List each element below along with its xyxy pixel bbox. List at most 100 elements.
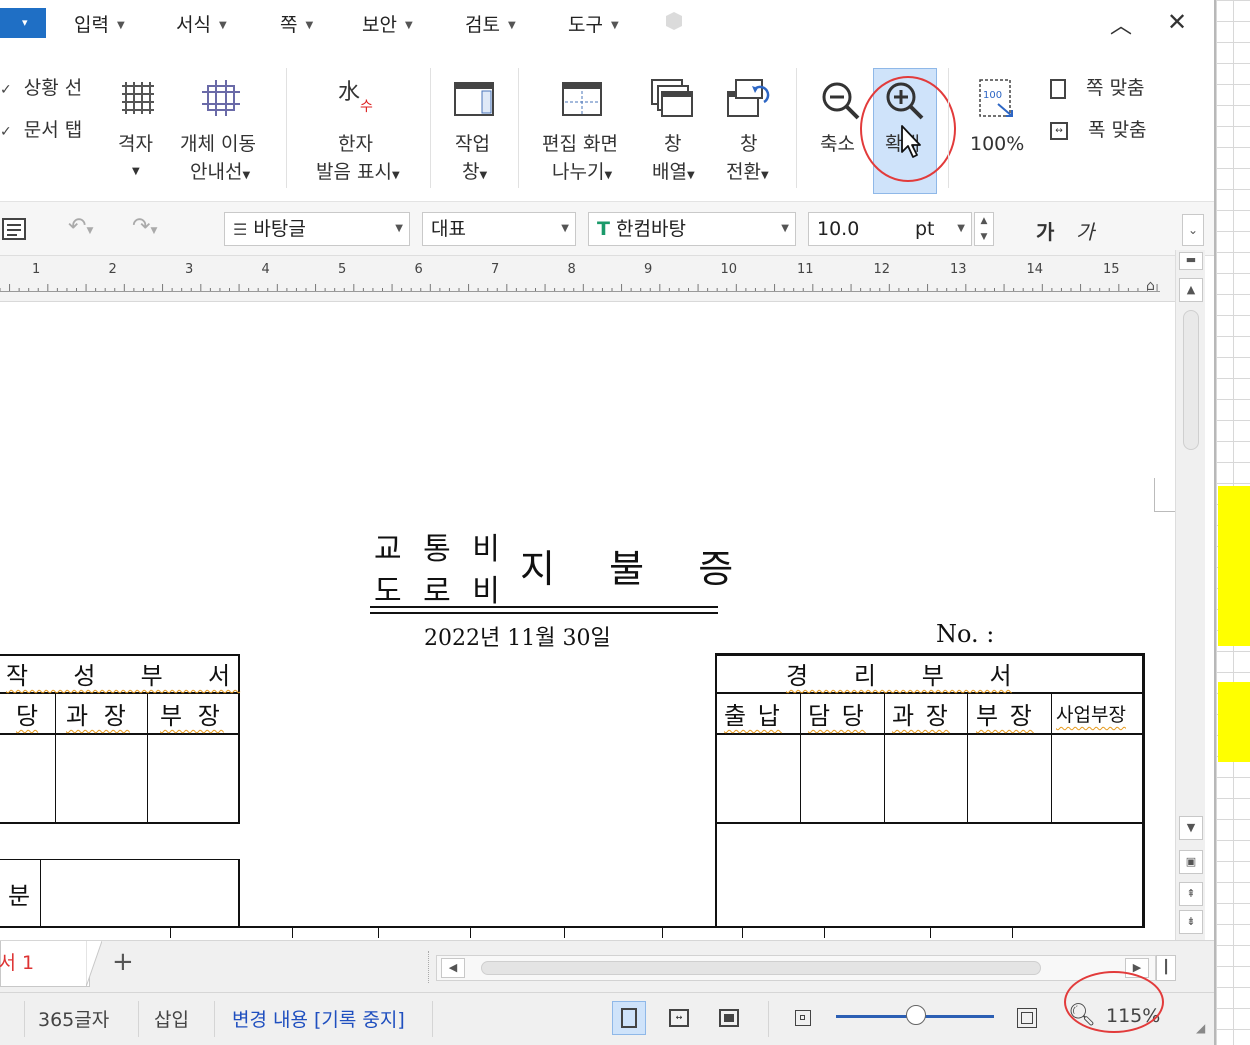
grid-label: 격자 <box>118 133 153 155</box>
menu-security[interactable]: 보안 ▼ <box>362 10 413 37</box>
fit-width-button[interactable]: ↔ 폭 맞춤 <box>1050 116 1147 144</box>
status-separator <box>24 1001 25 1037</box>
scroll-left-arrow-icon[interactable]: ◀ <box>441 958 465 978</box>
ribbon-separator <box>948 68 949 188</box>
document-tab-bar: 문서 1 + ◀ ▶ ┃ <box>0 940 1214 992</box>
width-view-icon: ↔ <box>669 1009 689 1027</box>
chevron-down-icon: ▼ <box>242 170 251 181</box>
right-col-manager: 과 장 <box>892 702 950 730</box>
menu-review[interactable]: 검토 ▼ <box>465 10 516 37</box>
page-view-icon <box>621 1008 637 1028</box>
table-border <box>662 926 663 938</box>
vertical-scroll-thumb[interactable] <box>1183 310 1199 450</box>
right-col-division-head: 사업부장 <box>1056 704 1126 726</box>
split-bar[interactable]: ▬ <box>1179 252 1203 270</box>
menu-tools[interactable]: 도구 ▼ <box>568 10 619 37</box>
font-size-field[interactable]: 10.0 pt ▼ <box>808 212 972 246</box>
split-handle-icon[interactable]: ┃ <box>1156 955 1176 981</box>
zoom-slider-knob[interactable] <box>906 1005 926 1025</box>
checkmark-icon: ✓ <box>0 82 12 98</box>
chevron-up-icon[interactable]: ︿ <box>1110 8 1132 40</box>
add-tab-button[interactable]: + <box>112 947 134 977</box>
menu-format[interactable]: 서식 ▼ <box>176 10 227 37</box>
width-view-button[interactable]: ↔ <box>662 1001 696 1035</box>
file-menu-tab[interactable]: 기 ▾ <box>0 8 46 38</box>
menu-insert[interactable]: 입력 ▼ <box>74 10 125 37</box>
menu-page[interactable]: 쪽 ▼ <box>280 10 313 37</box>
chevron-down-icon: ▼ <box>760 170 769 181</box>
font-size-spinner[interactable]: ▲ ▼ <box>974 212 994 246</box>
menu-review-label: 검토 <box>465 14 500 36</box>
work-window-label-2: 창 <box>462 161 480 183</box>
table-border <box>170 926 171 938</box>
page-fit-icon <box>1050 78 1066 99</box>
font-select[interactable]: T 한컴바탕 ▼ <box>588 212 796 246</box>
cube-icon[interactable] <box>662 10 686 32</box>
fit-page-button[interactable]: 쪽 맞춤 <box>1050 74 1145 102</box>
style-select[interactable]: ☰ 바탕글 ▼ <box>224 212 410 246</box>
font-size-unit: pt <box>915 218 935 240</box>
resize-grip-icon[interactable]: ◢ <box>1196 1021 1205 1035</box>
select-browse-object-icon[interactable]: ▣ <box>1179 850 1203 874</box>
annotation-circle <box>1064 971 1164 1033</box>
split-view-icon <box>562 82 602 116</box>
scroll-down-arrow-icon[interactable]: ▼ <box>1179 816 1203 840</box>
situation-line-checkbox[interactable]: ✓ 상황 선 <box>0 74 82 104</box>
menu-format-label: 서식 <box>176 14 211 36</box>
previous-page-icon[interactable]: ⇞ <box>1179 882 1203 906</box>
ribbon-separator <box>286 68 287 188</box>
switch-window-icon <box>727 79 770 117</box>
page-view-button[interactable] <box>612 1001 646 1035</box>
toolbar-expand-button[interactable]: ⌄ <box>1182 214 1204 246</box>
table-border <box>292 926 293 938</box>
close-icon[interactable]: ✕ <box>1167 8 1187 36</box>
doc-tab-label: 문서 탭 <box>23 119 83 141</box>
ruler-ticks <box>0 284 1160 292</box>
full-view-button[interactable] <box>712 1001 746 1035</box>
table-border <box>716 733 1144 735</box>
status-separator <box>214 1001 215 1037</box>
document-area[interactable]: 교 통 비 도 로 비 지 불 증 2022년 11월 30일 No. : 작 … <box>0 302 1175 938</box>
language-select[interactable]: 대표 ▼ <box>422 212 576 246</box>
insert-mode[interactable]: 삽입 <box>154 1005 189 1032</box>
doc-tab-checkbox[interactable]: ✓ 문서 탭 <box>0 116 82 146</box>
work-window-label-2-wrap: 창▼ <box>462 158 487 190</box>
large-page-icon <box>1017 1008 1037 1028</box>
yellow-cell <box>1218 486 1250 646</box>
fit-page-label: 쪽 맞춤 <box>1086 77 1145 99</box>
table-border <box>147 692 148 823</box>
ruler-number: 4 <box>261 262 270 277</box>
right-col-cashier: 출 납 <box>724 702 782 730</box>
undo-icon[interactable]: ↶▼ <box>68 214 93 239</box>
small-page-icon <box>795 1010 811 1026</box>
redo-icon[interactable]: ↷▼ <box>132 214 157 239</box>
next-page-icon[interactable]: ⇟ <box>1179 910 1203 934</box>
horizontal-scrollbar[interactable]: ◀ ▶ <box>436 955 1156 981</box>
yellow-cell <box>1218 682 1250 762</box>
bold-button[interactable]: 가 <box>1036 216 1054 245</box>
document-tab[interactable]: 문서 1 <box>0 941 90 987</box>
zoom-plus-button[interactable] <box>1010 1001 1044 1035</box>
table-border <box>716 692 1144 694</box>
table-border <box>742 926 743 938</box>
document-icon[interactable] <box>2 218 26 240</box>
italic-button[interactable]: 가 <box>1076 216 1094 245</box>
title-underline <box>370 612 718 614</box>
object-move-label-1: 개체 이동 <box>180 133 256 155</box>
vertical-scrollbar[interactable]: ▬ ▲ ▼ ▣ ⇞ ⇟ <box>1175 250 1205 940</box>
ruler-number: 11 <box>797 262 814 277</box>
ribbon-separator <box>796 68 797 188</box>
title-main: 지 불 증 <box>520 547 744 591</box>
table-border <box>378 926 379 938</box>
checkmark-icon: ✓ <box>0 124 12 140</box>
document-tab-label: 문서 1 <box>0 952 35 974</box>
chevron-down-icon: ▼ <box>404 20 413 31</box>
chevron-down-icon: ▼ <box>395 223 403 234</box>
title-top: 교 통 비 <box>374 532 506 567</box>
scroll-up-arrow-icon[interactable]: ▲ <box>1179 278 1203 302</box>
track-changes-status[interactable]: 변경 내용 [기록 중지] <box>232 1005 405 1032</box>
char-count: 365글자 <box>38 1009 110 1031</box>
horizontal-scroll-thumb[interactable] <box>481 961 1041 975</box>
ruler-indent-marker[interactable]: ⌂ <box>1146 278 1155 294</box>
zoom-minus-button[interactable] <box>786 1001 820 1035</box>
